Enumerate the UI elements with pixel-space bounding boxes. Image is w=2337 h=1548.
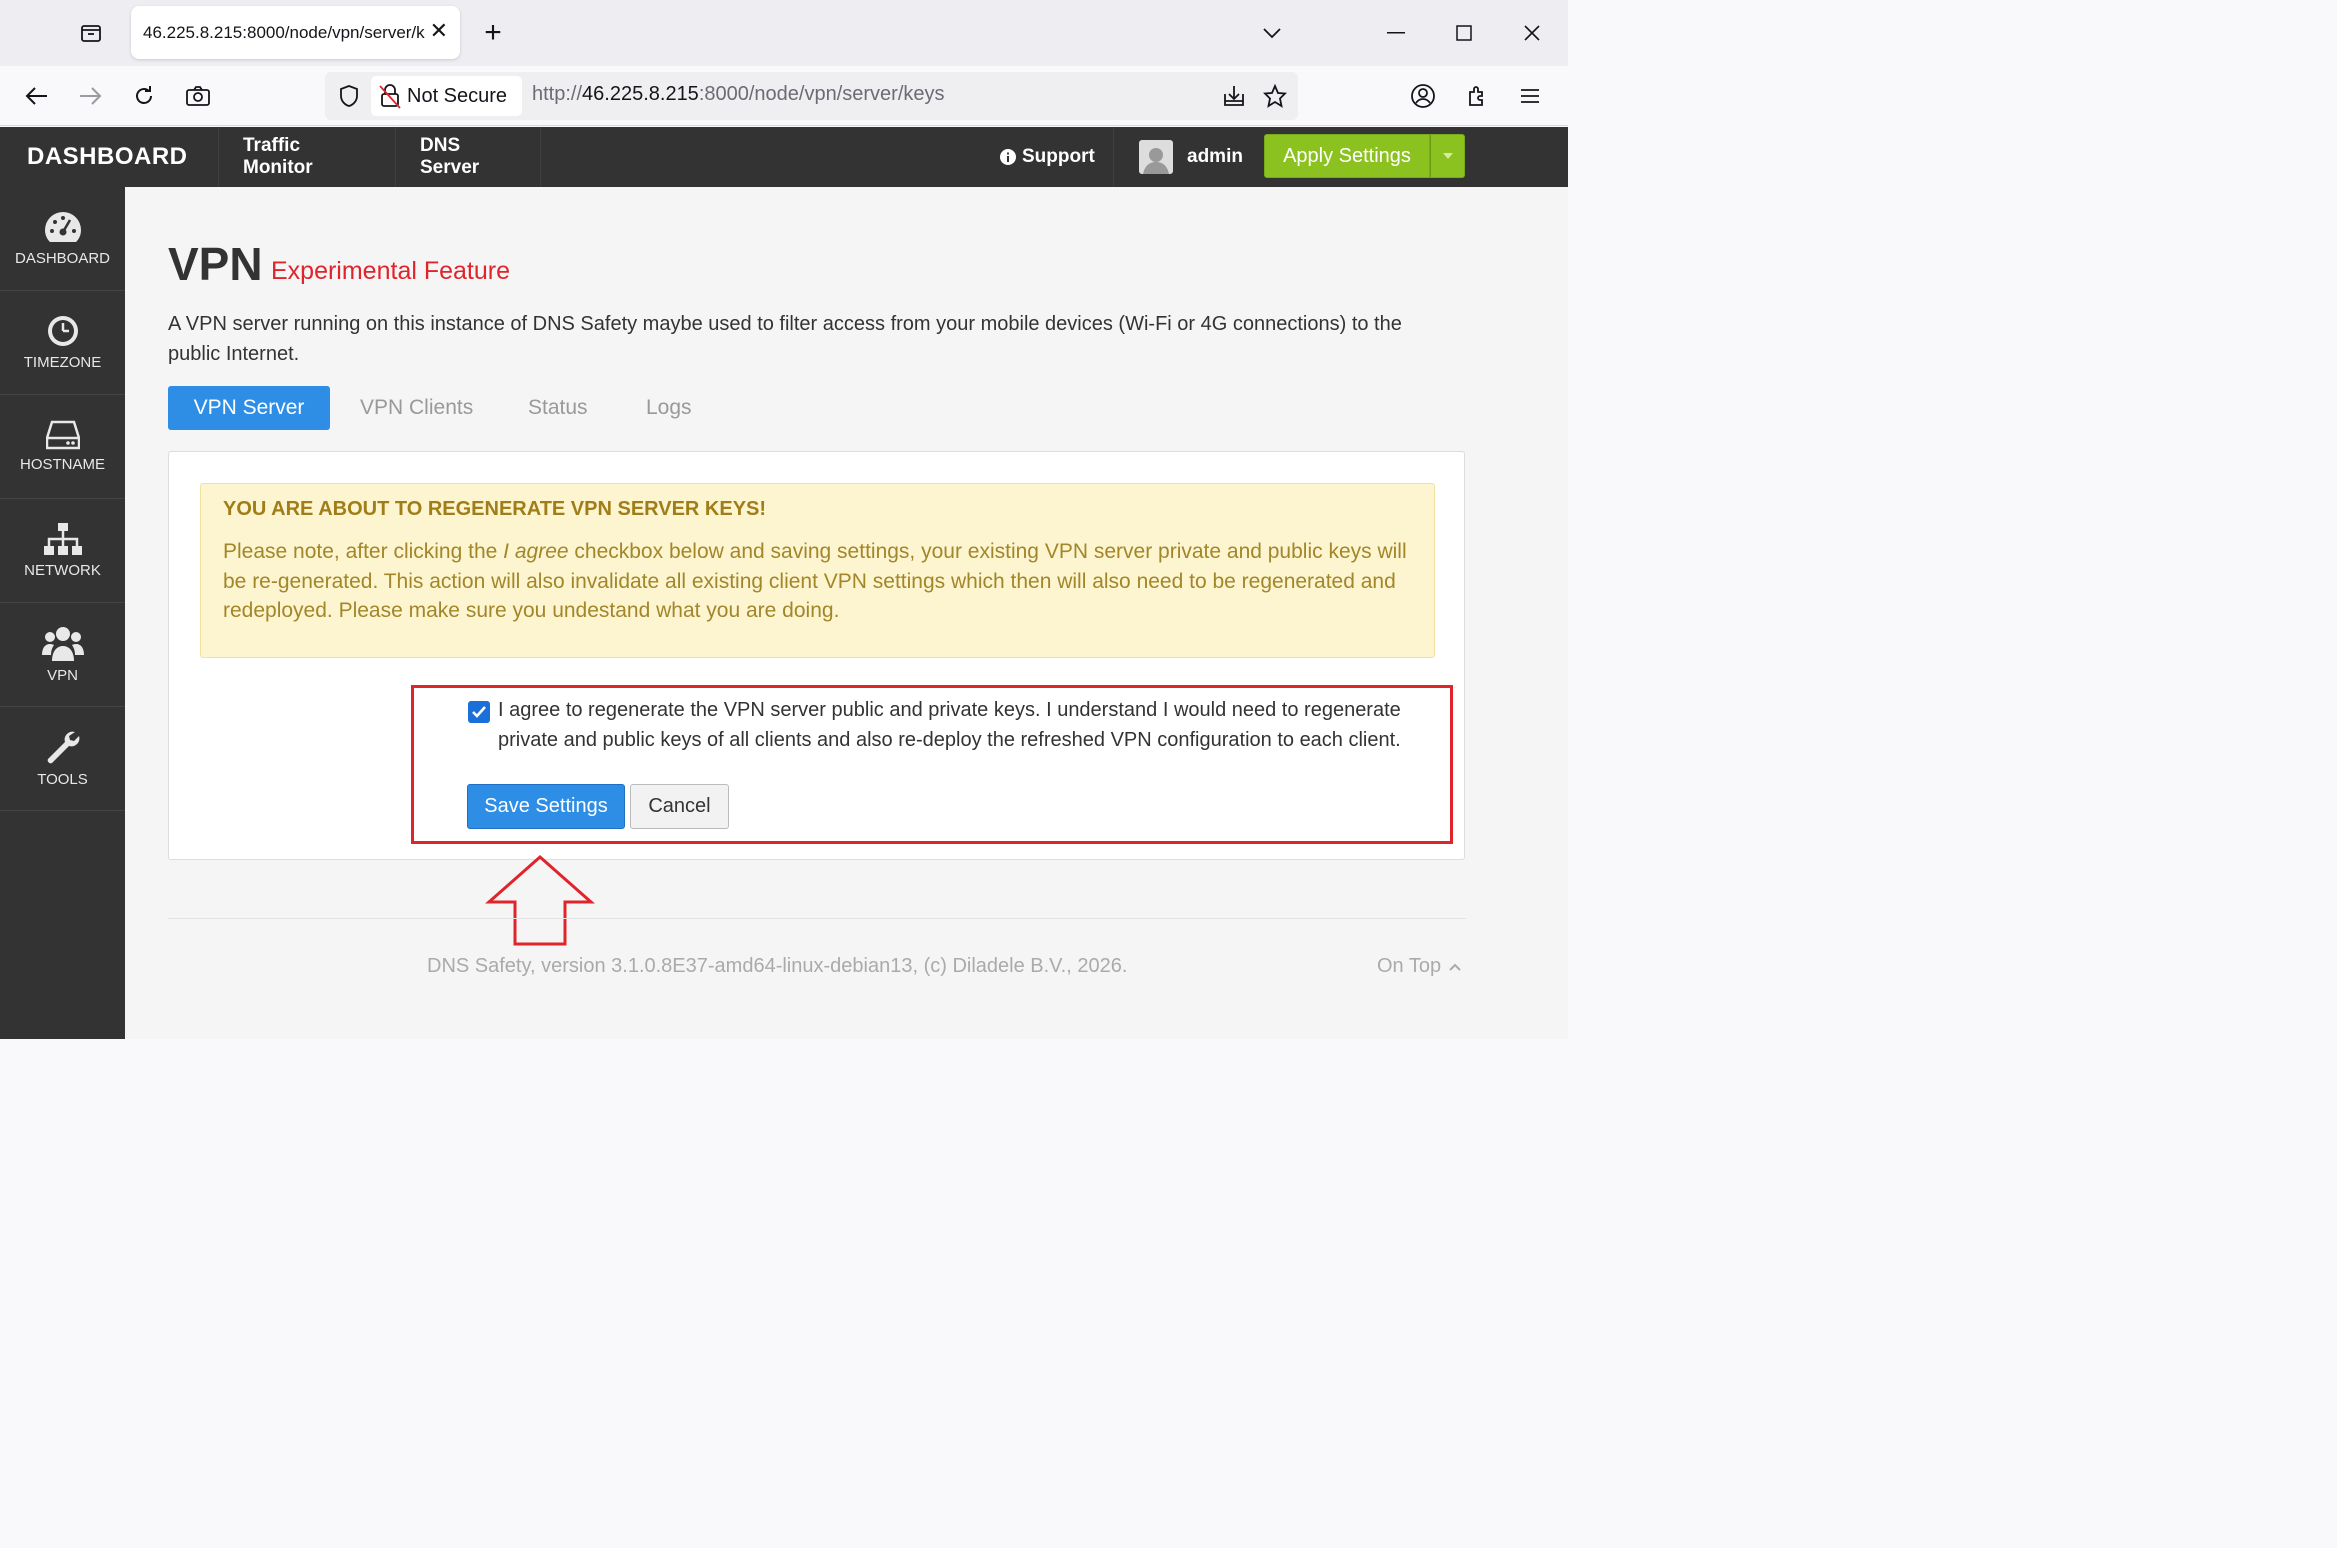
sidebar-label-tools: TOOLS [37,771,88,788]
chevron-up-icon [1449,963,1461,971]
main-content: VPN Experimental Feature A VPN server ru… [125,187,1568,1039]
sidebar-label-network: NETWORK [24,562,101,579]
network-icon [43,523,82,555]
address-bar[interactable]: Not Secure http://46.225.8.215:8000/node… [325,72,1298,120]
footer-text: DNS Safety, version 3.1.0.8E37-amd64-lin… [427,955,1128,977]
tab-vpn-clients[interactable]: VPN Clients [360,386,473,430]
apply-dropdown-icon[interactable] [1430,134,1465,178]
minimize-icon[interactable] [1376,14,1416,52]
not-secure-badge[interactable]: Not Secure [371,76,522,116]
page-title: VPN [168,238,263,290]
menu-icon[interactable] [1510,76,1550,116]
sidebar-item-tools[interactable]: TOOLS [0,707,125,811]
users-icon [41,627,84,661]
support-label: Support [1022,146,1095,167]
extensions-icon[interactable] [1457,76,1497,116]
sidebar-item-vpn[interactable]: VPN [0,603,125,707]
sidebar-item-timezone[interactable]: TIMEZONE [0,291,125,395]
tab-vpn-server[interactable]: VPN Server [168,386,330,430]
browser-tab-strip: 46.225.8.215:8000/node/vpn/server/keys ✕… [0,0,1568,66]
page-description: A VPN server running on this instance of… [168,313,1402,365]
agree-label[interactable]: I agree to regenerate the VPN server pub… [498,696,1433,755]
support-link[interactable]: Support [1000,127,1095,187]
sidebar-label-vpn: VPN [47,667,78,684]
sidebar-item-network[interactable]: NETWORK [0,499,125,603]
back-icon[interactable] [17,76,57,116]
info-icon [1000,149,1016,165]
app-header: DASHBOARD Traffic Monitor DNS Server Sup… [0,127,1568,187]
url-text[interactable]: http://46.225.8.215:8000/node/vpn/server… [532,83,945,106]
tab-logs[interactable]: Logs [646,386,692,430]
screenshot-icon[interactable] [178,76,218,116]
maximize-icon[interactable] [1444,14,1484,52]
gauge-icon [44,212,81,242]
sidebar-item-dashboard[interactable]: DASHBOARD [0,187,125,291]
browser-toolbar: Not Secure http://46.225.8.215:8000/node… [0,66,1568,126]
on-top-label: On Top [1377,955,1442,977]
save-settings-button[interactable]: Save Settings [467,784,625,829]
warning-title: YOU ARE ABOUT TO REGENERATE VPN SERVER K… [223,498,767,520]
insecure-lock-icon [379,84,401,109]
tab-list-icon[interactable] [66,14,116,52]
agree-checkbox[interactable] [468,701,490,723]
shield-icon[interactable] [333,80,365,112]
annotation-up-arrow [485,855,595,946]
brand-logo[interactable]: DASHBOARD [0,127,219,187]
account-icon[interactable] [1403,76,1443,116]
sidebar-label-hostname: HOSTNAME [19,456,105,473]
not-secure-label: Not Secure [407,84,508,107]
sidebar-label-timezone: TIMEZONE [23,354,102,371]
new-tab-icon[interactable]: + [478,14,508,52]
tab-status[interactable]: Status [528,386,588,430]
user-menu[interactable]: admin [1113,127,1251,187]
nav-dns-server[interactable]: DNS Server [396,127,541,187]
chevron-down-icon[interactable] [1252,14,1292,52]
reload-icon[interactable] [124,76,164,116]
hard-drive-icon [45,420,80,450]
experimental-badge: Experimental Feature [271,257,511,285]
warning-alert: YOU ARE ABOUT TO REGENERATE VPN SERVER K… [200,483,1435,658]
vpn-server-panel: YOU ARE ABOUT TO REGENERATE VPN SERVER K… [168,451,1465,860]
highlight-box: I agree to regenerate the VPN server pub… [411,685,1453,844]
clock-icon [47,316,78,346]
nav-traffic-monitor[interactable]: Traffic Monitor [219,127,396,187]
avatar [1139,140,1173,174]
close-window-icon[interactable] [1512,14,1552,52]
browser-tab[interactable]: 46.225.8.215:8000/node/vpn/server/keys ✕ [131,6,460,59]
footer-divider [168,918,1466,919]
save-page-icon[interactable] [1218,80,1250,112]
sidebar: DASHBOARD TIMEZONE HOSTNAME NETWORK VPN … [0,187,125,1039]
close-tab-icon[interactable]: ✕ [430,18,448,44]
apply-settings-button[interactable]: Apply Settings [1264,134,1430,178]
checkmark-icon [472,706,486,718]
username: admin [1187,146,1243,167]
sidebar-item-hostname[interactable]: HOSTNAME [0,395,125,499]
browser-tab-title: 46.225.8.215:8000/node/vpn/server/keys [143,22,425,42]
cancel-button[interactable]: Cancel [630,784,729,829]
bookmark-star-icon[interactable] [1259,80,1291,112]
forward-icon[interactable] [70,76,110,116]
on-top-link[interactable]: On Top [1377,955,1461,978]
sidebar-label-dashboard: DASHBOARD [14,250,111,267]
warning-text: Please note, after clicking the I agree … [223,540,1407,622]
wrench-icon [47,731,79,764]
